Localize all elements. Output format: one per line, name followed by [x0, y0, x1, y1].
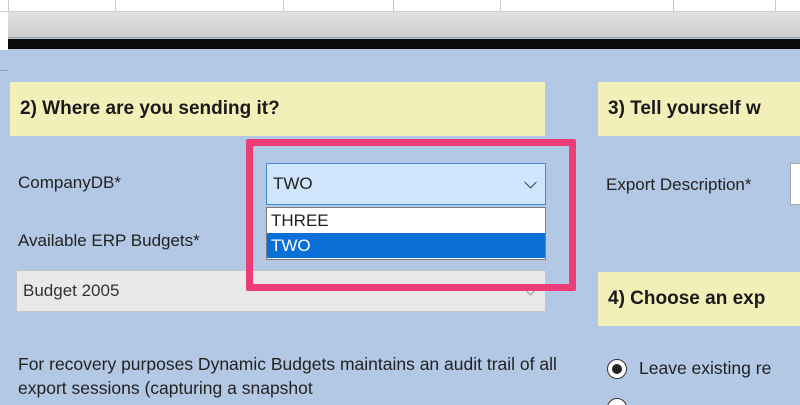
- section-2-title: 2) Where are you sending it?: [20, 98, 280, 119]
- toolbar-band: [8, 12, 800, 38]
- left-divider: [0, 70, 8, 71]
- company-db-label: CompanyDB*: [18, 173, 121, 192]
- section-3-title: 3) Tell yourself w: [608, 98, 761, 119]
- separator-bar: [8, 39, 800, 49]
- radio-leave-existing-label: Leave existing re: [639, 358, 772, 378]
- radio-selected-icon[interactable]: [607, 358, 627, 379]
- export-description-label: Export Description*: [606, 175, 752, 194]
- radio-leave-existing[interactable]: Leave existing re: [607, 358, 771, 379]
- section-4-title: 4) Choose an exp: [608, 288, 766, 309]
- grid-cell: [500, 0, 501, 12]
- radio-option-2[interactable]: [607, 398, 627, 405]
- company-db-value: TWO: [273, 174, 313, 193]
- available-budgets-label: Available ERP Budgets*: [18, 231, 200, 250]
- top-grid-strip: [0, 0, 800, 12]
- export-description-input[interactable]: [790, 163, 800, 205]
- grid-cell: [115, 0, 116, 12]
- section-3-header: 3) Tell yourself w: [598, 82, 800, 136]
- grid-cell: [8, 0, 9, 12]
- grid-cell: [393, 0, 394, 12]
- left-edge: [0, 12, 8, 50]
- company-db-select[interactable]: TWO: [266, 163, 546, 205]
- section-2-header: 2) Where are you sending it?: [10, 82, 545, 136]
- grid-cell: [673, 0, 674, 12]
- dropdown-option-two[interactable]: TWO: [267, 233, 545, 258]
- dropdown-option-three[interactable]: THREE: [267, 208, 545, 233]
- budget-value: Budget 2005: [23, 281, 120, 300]
- budget-select[interactable]: Budget 2005: [16, 270, 546, 312]
- section-4-header: 4) Choose an exp: [598, 272, 800, 326]
- chevron-down-icon[interactable]: [524, 175, 537, 189]
- company-db-dropdown[interactable]: THREE TWO: [266, 207, 546, 260]
- grid-cell: [775, 0, 776, 12]
- audit-info-text: For recovery purposes Dynamic Budgets ma…: [18, 354, 557, 398]
- grid-cell: [283, 0, 284, 12]
- chevron-down-icon: [524, 282, 537, 296]
